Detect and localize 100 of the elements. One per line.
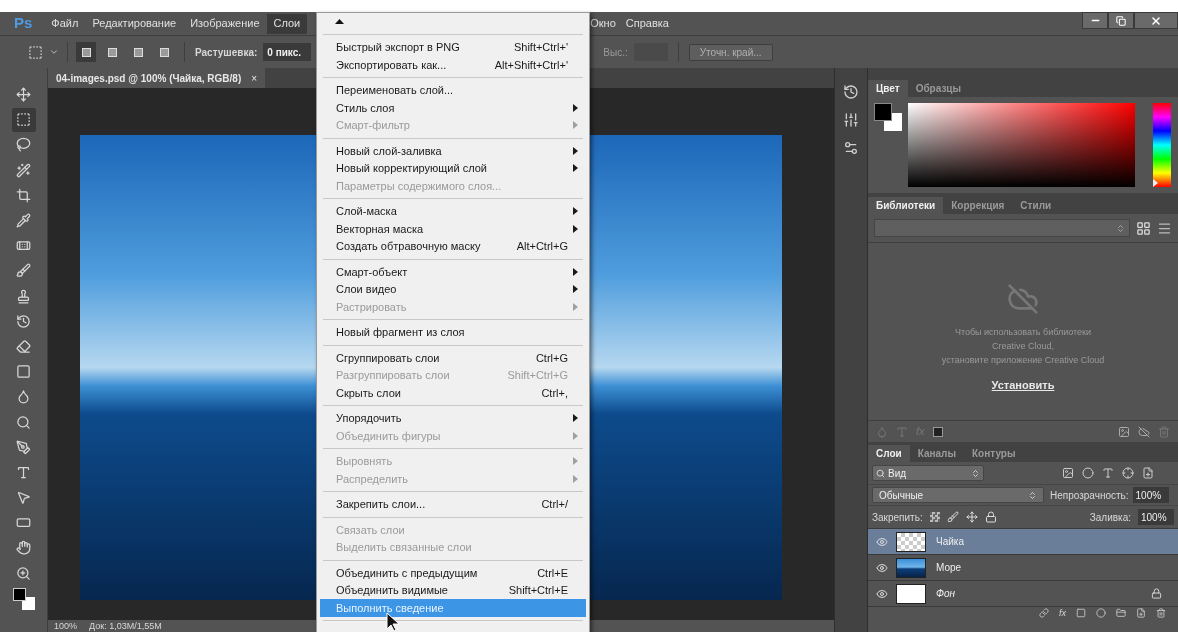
- brush-icon[interactable]: [946, 511, 959, 523]
- color-field[interactable]: [908, 103, 1135, 187]
- eye-icon[interactable]: [876, 535, 888, 548]
- menu-item[interactable]: Векторная маска: [320, 220, 586, 238]
- menu-item[interactable]: Создать обтравочную маску Alt+Ctrl+G: [320, 237, 586, 255]
- layer-name: Море: [936, 561, 963, 575]
- droplet-icon: [16, 389, 31, 405]
- shortcut-text: Ctrl+G: [535, 350, 568, 366]
- opacity-field[interactable]: 100%: [1132, 487, 1169, 503]
- menu-item[interactable]: Новый корректирующий слой: [320, 159, 586, 177]
- libraries-message: Чтобы использовать библиотеки Creative Cloud, установите приложение Creative Cloud: [941, 326, 1105, 367]
- lasso-icon: [16, 137, 31, 153]
- square-icon: [107, 47, 117, 57]
- folder-icon[interactable]: [1116, 608, 1126, 618]
- settings-icon[interactable]: [843, 140, 859, 156]
- menu-item[interactable]: Слои видео: [320, 280, 586, 298]
- menu-bar-item[interactable]: Справка: [620, 13, 674, 34]
- circle-icon[interactable]: [1096, 608, 1106, 618]
- restore-button[interactable]: [1108, 12, 1134, 29]
- panel-tab[interactable]: Библиотеки: [868, 197, 944, 214]
- eraser-icon: [16, 338, 31, 354]
- marquee-icon: [16, 112, 31, 128]
- menu-item[interactable]: Смарт-объект: [320, 263, 586, 281]
- shortcut-text: Shift+Ctrl+E: [508, 583, 568, 598]
- shortcut-text: Ctrl+E: [537, 565, 568, 581]
- lock-icon[interactable]: [984, 511, 997, 523]
- zoom-icon: [16, 565, 31, 581]
- layer-row[interactable]: Фон: [868, 580, 1178, 606]
- layer-row[interactable]: Чайка: [868, 528, 1178, 554]
- close-tab-icon[interactable]: ×: [251, 70, 258, 86]
- selection-mode-button[interactable]: [76, 42, 96, 62]
- menu-item[interactable]: Новый слой-заливка: [320, 142, 586, 160]
- eye-icon[interactable]: [876, 587, 888, 600]
- menu-bar-item[interactable]: Редактирование: [85, 13, 184, 34]
- panel-tab[interactable]: Слои: [868, 445, 910, 462]
- eye-icon[interactable]: [876, 561, 888, 574]
- trash-icon[interactable]: [1156, 608, 1166, 618]
- move-icon[interactable]: [965, 511, 978, 523]
- blend-mode-dropdown[interactable]: Обычные: [872, 487, 1044, 503]
- fill-field[interactable]: 100%: [1138, 509, 1174, 525]
- menu-item[interactable]: Быстрый экспорт в PNG Shift+Ctrl+': [320, 38, 586, 56]
- opacity-label: Непрозрачность:: [1050, 488, 1129, 503]
- list-view-icon[interactable]: [1157, 220, 1172, 236]
- caret-icon[interactable]: [49, 47, 59, 57]
- menu-bar-item[interactable]: Окно: [585, 13, 621, 34]
- filter-dropdown[interactable]: Вид: [872, 465, 984, 481]
- image-icon[interactable]: [1118, 425, 1130, 438]
- menu-item[interactable]: Объединить с предыдущим Ctrl+E: [320, 564, 586, 582]
- menu-bar-item[interactable]: Слои: [266, 13, 308, 34]
- hue-marker-icon[interactable]: [1153, 179, 1158, 187]
- stamp-icon: [16, 288, 31, 304]
- menu-item[interactable]: Стиль слоя: [320, 99, 586, 117]
- magnifier-icon: [16, 414, 31, 430]
- menu-bar-item[interactable]: Изображение: [183, 13, 267, 34]
- lock-pixels-icon[interactable]: [929, 512, 940, 522]
- marquee-tool-button[interactable]: [11, 107, 36, 132]
- menu-item[interactable]: Экспортировать как... Alt+Shift+Ctrl+': [320, 56, 586, 74]
- transform-icon[interactable]: [1122, 467, 1134, 479]
- text-icon[interactable]: [1102, 467, 1114, 479]
- color-swatches-icon[interactable]: [874, 103, 902, 131]
- image-icon[interactable]: [1062, 467, 1074, 479]
- grid-view-icon[interactable]: [1136, 220, 1151, 236]
- square-icon: [16, 364, 31, 380]
- color-swatches-icon[interactable]: [12, 587, 35, 610]
- sliders-icon[interactable]: [843, 112, 859, 128]
- document-icon[interactable]: [1142, 467, 1154, 479]
- panel-tab[interactable]: Цвет: [868, 80, 908, 97]
- shortcut-text: Ctrl+/: [541, 497, 568, 512]
- circle-icon[interactable]: [1082, 467, 1094, 479]
- menu-item[interactable]: Новый фрагмент из слоя: [320, 323, 586, 341]
- feather-label: Растушевка:: [195, 45, 258, 60]
- square-icon[interactable]: [932, 426, 943, 437]
- menu-item[interactable]: Объединить видимые Shift+Ctrl+E: [320, 581, 586, 599]
- minimize-button[interactable]: [1082, 12, 1108, 29]
- updown-icon: [1116, 223, 1125, 233]
- menu-item[interactable]: Слой-маска: [320, 202, 586, 220]
- fx-icon[interactable]: fx: [1059, 608, 1066, 618]
- document-info: Док: 1,03M/1,55M: [89, 620, 162, 632]
- link-icon[interactable]: [1039, 608, 1049, 618]
- menu-item[interactable]: Сгруппировать слои Ctrl+G: [320, 349, 586, 367]
- new-layer-icon[interactable]: [1136, 608, 1146, 618]
- history-icon[interactable]: [843, 84, 859, 100]
- menu-bar-item[interactable]: Файл: [44, 13, 86, 34]
- menu-item[interactable]: Закрепить слои... Ctrl+/: [320, 495, 586, 513]
- square-icon: [133, 47, 143, 57]
- marquee-icon[interactable]: [28, 44, 43, 60]
- document-tab[interactable]: 04-images.psd @ 100% (Чайка, RGB/8) ×: [48, 68, 266, 88]
- cloud-icon: [1007, 283, 1039, 315]
- menu-item[interactable]: Скрыть слои Ctrl+,: [320, 384, 586, 402]
- pointer-icon: [16, 490, 31, 506]
- hue-slider[interactable]: [1153, 103, 1171, 187]
- menu-item[interactable]: Переименовать слой...: [320, 81, 586, 99]
- menu-item[interactable]: Упорядочить: [320, 409, 586, 427]
- layer-row[interactable]: Море: [868, 554, 1178, 580]
- cloud-icon[interactable]: [1138, 425, 1150, 438]
- mask-icon[interactable]: [1076, 608, 1086, 618]
- feather-field[interactable]: 0 пикс.: [263, 43, 312, 61]
- close-button[interactable]: [1134, 12, 1178, 29]
- install-link[interactable]: Установить: [991, 377, 1055, 394]
- scroll-up-icon[interactable]: [335, 19, 344, 25]
